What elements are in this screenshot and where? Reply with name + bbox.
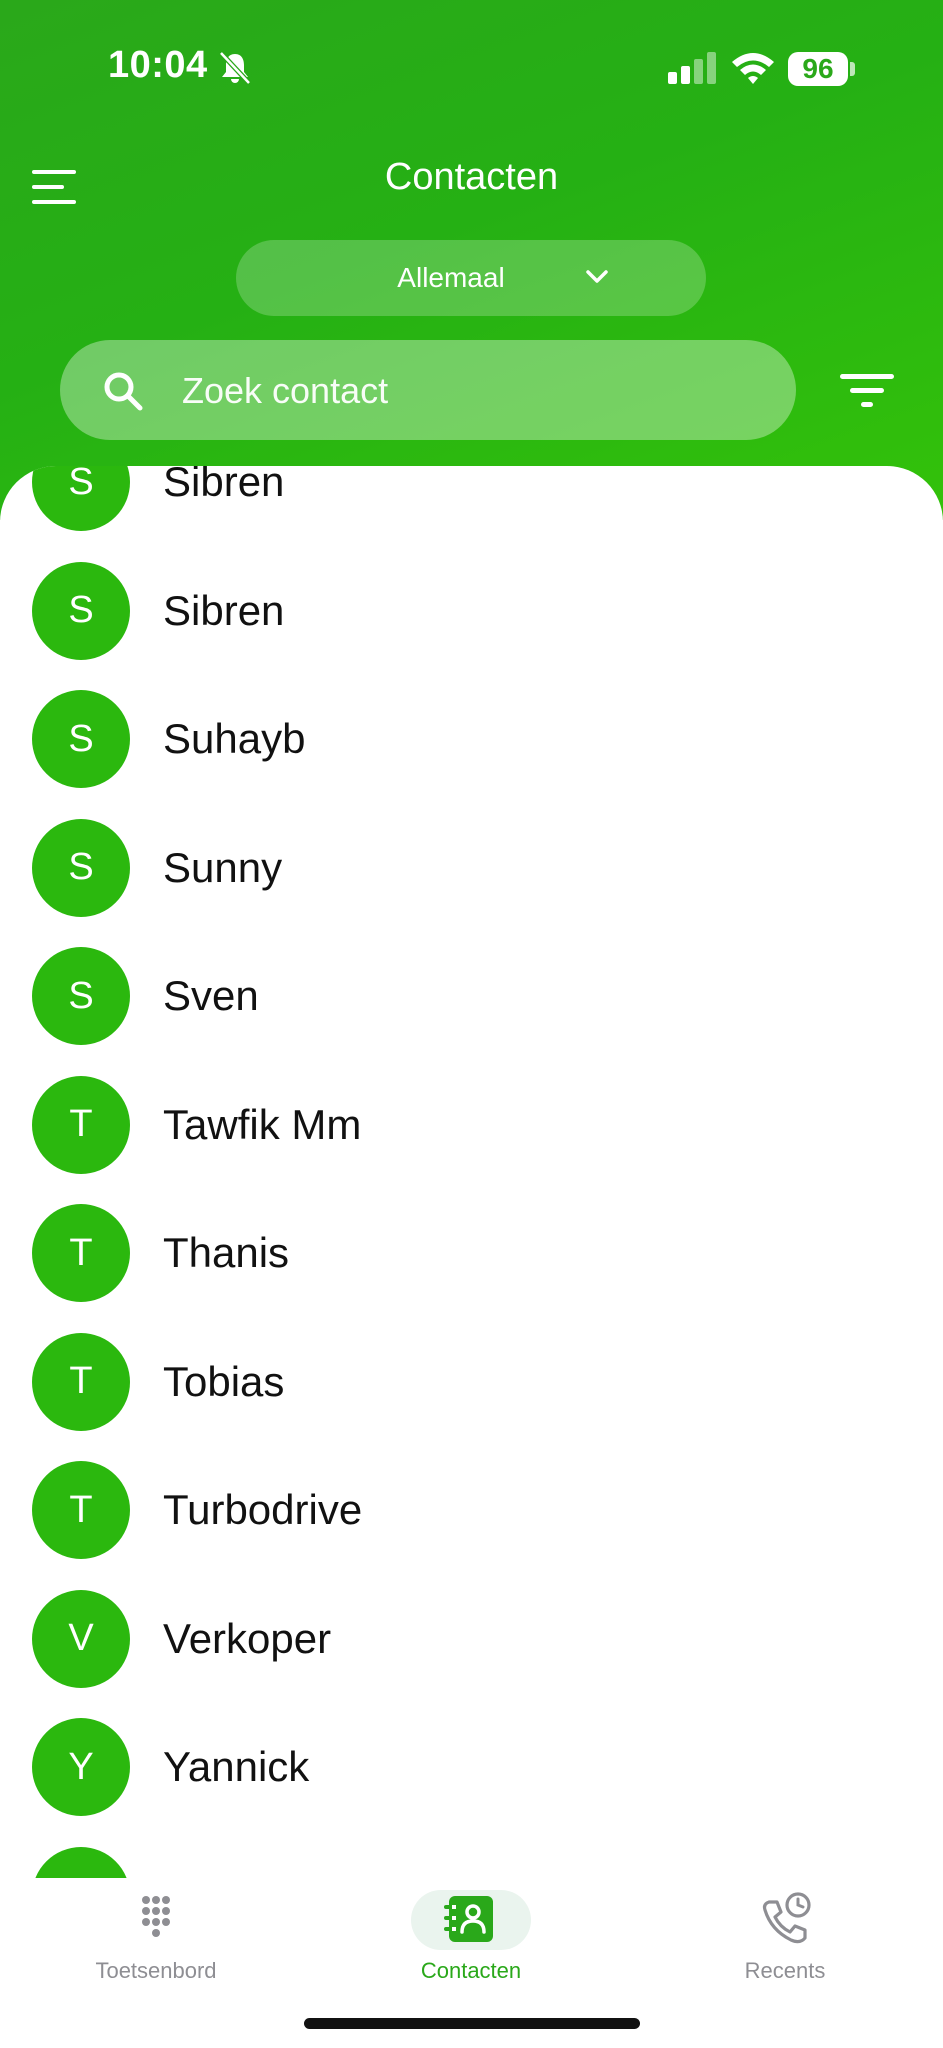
tab-contacten-label: Contacten bbox=[420, 1958, 522, 1983]
avatar: V bbox=[32, 1589, 130, 1688]
signal-icon bbox=[668, 52, 716, 84]
contact-name: Tawfik Mm bbox=[163, 1100, 362, 1148]
avatar: S bbox=[32, 947, 130, 1045]
battery-tip bbox=[850, 62, 855, 76]
contact-name: Turbodrive bbox=[163, 1486, 363, 1533]
bell-off-icon bbox=[219, 51, 251, 85]
contact-row[interactable] bbox=[0, 1832, 943, 1878]
contact-row[interactable]: V Verkoper bbox=[0, 1575, 943, 1704]
avatar: T bbox=[32, 1461, 130, 1559]
phone-clock-icon bbox=[762, 1892, 811, 1944]
search-icon bbox=[104, 372, 143, 411]
contact-list: S Sibren S Sibren S Suhayb S Sunny S Sven T Tawfik … bbox=[0, 466, 943, 1878]
contact-name: Sven bbox=[163, 972, 259, 1019]
contact-row[interactable]: S Sven bbox=[0, 932, 943, 1061]
avatar: S bbox=[32, 818, 130, 917]
avatar: Y bbox=[32, 1718, 130, 1816]
contact-name: Sibren bbox=[163, 466, 285, 505]
filter-icon[interactable] bbox=[840, 370, 894, 412]
search-input[interactable] bbox=[180, 360, 764, 422]
home-indicator bbox=[304, 2018, 640, 2029]
contact-row[interactable]: S Sibren bbox=[0, 466, 943, 547]
tab-recents-label: Recents bbox=[744, 1958, 826, 1983]
avatar: S bbox=[32, 561, 130, 660]
contact-name: Tobias bbox=[163, 1357, 285, 1405]
avatar: T bbox=[32, 1204, 130, 1302]
contact-name: Sunny bbox=[163, 843, 283, 891]
contact-name: Thanis bbox=[163, 1229, 290, 1276]
contacts-screen: 10:04 96 Contacten Allemaal Zoek contact… bbox=[0, 0, 943, 2048]
avatar bbox=[32, 1846, 130, 1878]
tab-toetsenbord-label: Toetsenbord bbox=[95, 1958, 217, 1983]
contact-name: Yannick bbox=[163, 1743, 310, 1790]
header: 10:04 96 Contacten Allemaal bbox=[0, 0, 943, 520]
search-box[interactable] bbox=[60, 340, 796, 440]
contacts-book-icon bbox=[444, 1896, 493, 1942]
contact-row[interactable]: S Sunny bbox=[0, 804, 943, 933]
contact-list-panel: S Sibren S Sibren S Suhayb S Sunny S Sven T Tawfik … bbox=[0, 466, 943, 1878]
chevron-down-icon bbox=[586, 270, 608, 283]
contact-name: Suhayb bbox=[163, 715, 306, 762]
contact-row[interactable]: Y Yannick bbox=[0, 1703, 943, 1832]
tab-contacten[interactable]: Contacten bbox=[361, 1878, 581, 1998]
avatar: T bbox=[32, 1332, 130, 1431]
avatar: S bbox=[32, 466, 130, 531]
battery-indicator: 96 bbox=[788, 52, 848, 86]
contact-row[interactable]: S Suhayb bbox=[0, 675, 943, 804]
contact-name: Verkoper bbox=[163, 1614, 332, 1662]
contact-row[interactable]: S Sibren bbox=[0, 547, 943, 676]
tab-recents[interactable]: Recents bbox=[675, 1878, 895, 1998]
contact-name: Sibren bbox=[163, 586, 285, 634]
contact-row[interactable]: T Turbodrive bbox=[0, 1446, 943, 1575]
contact-scope-label: Allemaal bbox=[397, 262, 505, 293]
page-title: Contacten bbox=[384, 156, 559, 198]
wifi-icon bbox=[732, 53, 774, 84]
avatar: T bbox=[32, 1075, 130, 1174]
contact-row[interactable]: T Tobias bbox=[0, 1318, 943, 1447]
contact-scope-dropdown[interactable]: Allemaal bbox=[236, 240, 706, 316]
contact-row[interactable]: T Tawfik Mm bbox=[0, 1061, 943, 1190]
tab-toetsenbord[interactable]: Toetsenbord bbox=[46, 1878, 266, 1998]
dialpad-icon bbox=[142, 1896, 170, 1937]
status-time: 10:04 bbox=[108, 44, 208, 86]
avatar: S bbox=[32, 690, 130, 788]
contact-row[interactable]: T Thanis bbox=[0, 1189, 943, 1318]
